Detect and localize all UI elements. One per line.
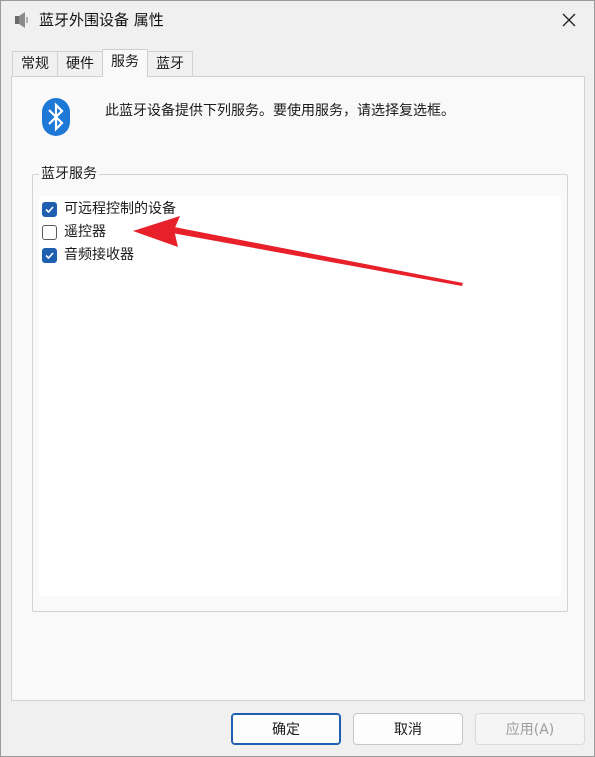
service-item-audio-sink[interactable]: 音频接收器 — [42, 244, 134, 266]
checkmark-icon — [45, 205, 54, 213]
close-icon — [562, 13, 576, 27]
properties-dialog: 蓝牙外围设备 属性 常规 硬件 服务 蓝牙 此蓝牙设备提供下列服务。要使用服务，… — [0, 0, 595, 757]
service-label: 音频接收器 — [64, 247, 134, 263]
tab-hardware[interactable]: 硬件 — [57, 51, 103, 77]
window-title: 蓝牙外围设备 属性 — [39, 11, 164, 29]
service-label: 可远程控制的设备 — [64, 201, 176, 217]
close-button[interactable] — [554, 5, 584, 35]
tab-general[interactable]: 常规 — [12, 51, 58, 77]
ok-button[interactable]: 确定 — [231, 713, 341, 745]
tab-bluetooth[interactable]: 蓝牙 — [147, 51, 193, 77]
checkbox-checked[interactable] — [42, 201, 57, 217]
bluetooth-icon — [41, 97, 71, 137]
checkmark-icon — [45, 251, 54, 259]
apply-button: 应用(A) — [475, 713, 585, 745]
services-list[interactable]: 可远程控制的设备 遥控器 音频接收器 — [39, 196, 561, 596]
service-item-remote-controlled-device[interactable]: 可远程控制的设备 — [42, 198, 176, 220]
services-panel: 此蓝牙设备提供下列服务。要使用服务，请选择复选框。 蓝牙服务 可远程控制的设备 … — [11, 76, 585, 701]
intro-text: 此蓝牙设备提供下列服务。要使用服务，请选择复选框。 — [105, 103, 455, 119]
checkbox-checked[interactable] — [42, 247, 57, 263]
tab-services[interactable]: 服务 — [102, 49, 148, 77]
group-label: 蓝牙服务 — [39, 165, 99, 183]
tab-strip: 常规 硬件 服务 蓝牙 — [12, 49, 193, 77]
service-label: 遥控器 — [64, 224, 106, 240]
service-item-remote-control[interactable]: 遥控器 — [42, 221, 106, 243]
cancel-button[interactable]: 取消 — [353, 713, 463, 745]
title-bar: 蓝牙外围设备 属性 — [1, 1, 594, 39]
speaker-icon — [14, 11, 30, 29]
checkbox-unchecked[interactable] — [42, 224, 57, 240]
